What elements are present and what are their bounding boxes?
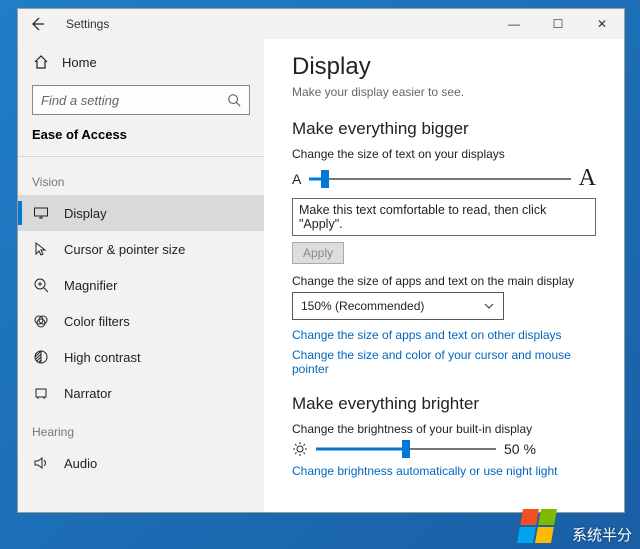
apply-button[interactable]: Apply (292, 242, 344, 264)
textsize-slider-row: A A (292, 165, 596, 192)
slider-thumb[interactable] (402, 440, 410, 458)
group-vision-label: Vision (18, 161, 264, 195)
window-body: Home Find a setting Ease of Access Visio… (18, 39, 624, 512)
sidebar-item-label: High contrast (64, 350, 141, 365)
search-icon (227, 93, 241, 107)
search-container: Find a setting (32, 85, 250, 115)
link-other-displays[interactable]: Change the size of apps and text on othe… (292, 328, 596, 342)
sidebar-item-highcontrast[interactable]: High contrast (18, 339, 264, 375)
slider-thumb[interactable] (321, 170, 329, 188)
slider-min-glyph: A (292, 171, 301, 187)
slider-max-glyph: A (579, 165, 596, 192)
link-cursor-settings[interactable]: Change the size and color of your cursor… (292, 348, 596, 376)
minimize-button[interactable]: — (492, 9, 536, 39)
palette-icon (32, 313, 50, 329)
back-button[interactable] (24, 11, 50, 37)
page-heading: Display (292, 53, 596, 81)
brightness-icon (292, 441, 308, 457)
sidebar-item-label: Display (64, 206, 107, 221)
titlebar: Settings — ☐ ✕ (18, 9, 624, 39)
sidebar-item-label: Narrator (64, 386, 112, 401)
brightness-value: 50 % (504, 441, 536, 457)
watermark-text: 系统半分 (572, 524, 632, 545)
sidebar-item-cursor[interactable]: Cursor & pointer size (18, 231, 264, 267)
scale-label: Change the size of apps and text on the … (292, 274, 596, 288)
group-hearing-label: Hearing (18, 411, 264, 445)
brightness-slider-row: 50 % (292, 440, 596, 458)
scale-dropdown[interactable]: 150% (Recommended) (292, 292, 504, 320)
sample-text-box: Make this text comfortable to read, then… (292, 198, 596, 236)
textsize-label: Change the size of text on your displays (292, 147, 596, 161)
sidebar: Home Find a setting Ease of Access Visio… (18, 39, 264, 512)
maximize-button[interactable]: ☐ (536, 9, 580, 39)
settings-window: Settings — ☐ ✕ Home Find a setting (17, 8, 625, 513)
section-bigger-title: Make everything bigger (292, 119, 596, 139)
search-placeholder: Find a setting (41, 93, 119, 108)
watermark-logo (517, 509, 557, 543)
slider-fill (316, 448, 406, 451)
sidebar-item-display[interactable]: Display (18, 195, 264, 231)
sidebar-item-label: Cursor & pointer size (64, 242, 185, 257)
sidebar-item-magnifier[interactable]: Magnifier (18, 267, 264, 303)
magnifier-icon (32, 277, 50, 293)
window-title: Settings (66, 17, 109, 31)
divider (18, 156, 264, 157)
sidebar-item-label: Magnifier (64, 278, 117, 293)
search-input[interactable]: Find a setting (32, 85, 250, 115)
slider-rail (309, 178, 570, 180)
cursor-icon (32, 241, 50, 257)
caption-buttons: — ☐ ✕ (492, 9, 624, 39)
narrator-icon (32, 385, 50, 401)
sidebar-item-colorfilters[interactable]: Color filters (18, 303, 264, 339)
contrast-icon (32, 349, 50, 365)
home-nav[interactable]: Home (18, 45, 264, 79)
home-label: Home (62, 55, 97, 70)
section-title: Ease of Access (18, 123, 264, 152)
section-brighter-title: Make everything brighter (292, 394, 596, 414)
page-subtitle: Make your display easier to see. (292, 85, 596, 99)
brightness-label: Change the brightness of your built-in d… (292, 422, 596, 436)
titlebar-left: Settings (24, 11, 109, 37)
home-icon (32, 54, 50, 70)
close-button[interactable]: ✕ (580, 9, 624, 39)
textsize-slider[interactable] (309, 170, 570, 188)
sidebar-item-label: Audio (64, 456, 97, 471)
audio-icon (32, 455, 50, 471)
scale-value: 150% (Recommended) (301, 299, 424, 313)
sidebar-item-label: Color filters (64, 314, 130, 329)
content-pane: Display Make your display easier to see.… (264, 39, 624, 512)
chevron-down-icon (483, 300, 495, 312)
brightness-slider[interactable] (316, 440, 496, 458)
sidebar-item-narrator[interactable]: Narrator (18, 375, 264, 411)
sidebar-item-audio[interactable]: Audio (18, 445, 264, 481)
link-brightness-auto[interactable]: Change brightness automatically or use n… (292, 464, 596, 478)
monitor-icon (32, 205, 50, 221)
